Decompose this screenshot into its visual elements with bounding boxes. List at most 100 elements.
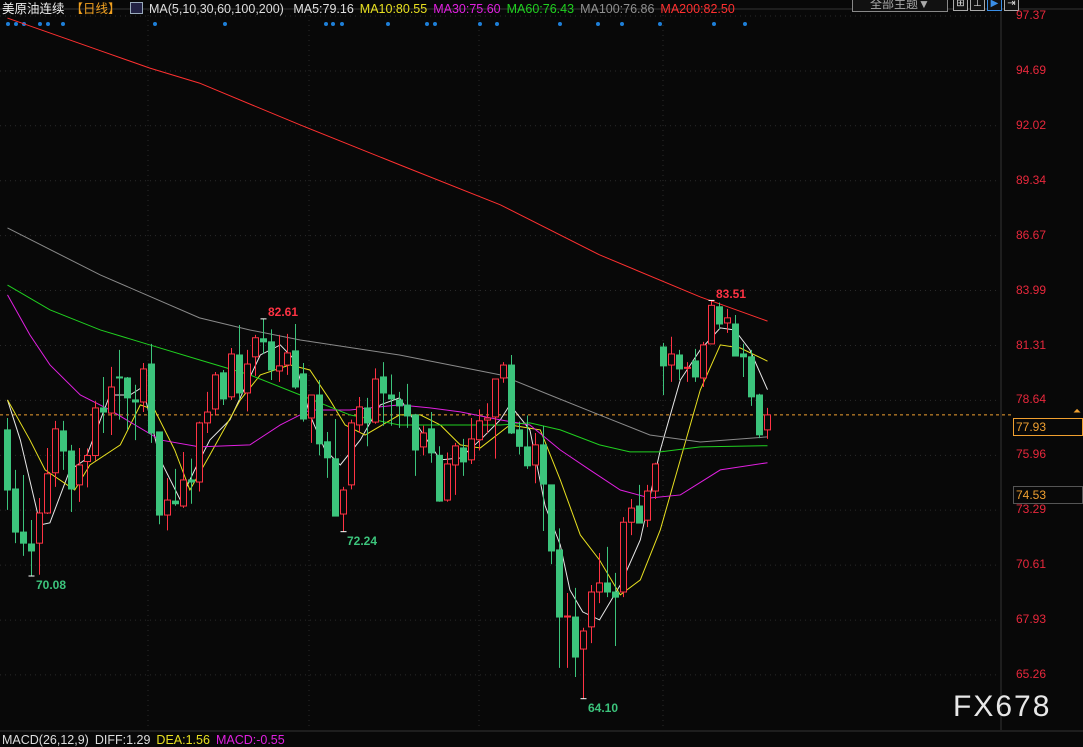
event-marker-dot xyxy=(712,22,716,26)
price-axis-tick: 70.61 xyxy=(1016,557,1047,572)
candle-down xyxy=(516,429,523,447)
event-marker-dot xyxy=(153,22,157,26)
candle-up xyxy=(468,438,475,461)
candle-down xyxy=(548,484,555,552)
candle-down xyxy=(260,338,267,343)
theme-dropdown-button[interactable]: 全部主题▼ xyxy=(852,0,948,12)
candle-down xyxy=(380,376,387,394)
candle-up xyxy=(76,464,83,486)
candle-up xyxy=(252,337,259,358)
candle-down xyxy=(676,354,683,370)
event-marker-dot xyxy=(46,22,50,26)
candle-up xyxy=(140,368,147,403)
price-axis-tick: 92.02 xyxy=(1016,117,1047,132)
candle-down xyxy=(148,363,155,434)
candle-down xyxy=(4,429,11,491)
double-up-arrow-icon[interactable]: ⏶ xyxy=(1073,406,1081,417)
ma-line-ma60 xyxy=(7,284,768,453)
candle-up xyxy=(668,353,675,366)
ma-line-ma200 xyxy=(7,17,768,322)
event-marker-dot xyxy=(61,22,65,26)
candle-up xyxy=(276,365,283,372)
candle-up xyxy=(340,489,347,515)
grid-tool-icon[interactable]: ⊞ xyxy=(953,0,968,11)
event-marker-dot xyxy=(658,22,662,26)
axis-tool-icon[interactable]: ⊥ xyxy=(970,0,985,11)
candle-down xyxy=(660,346,667,367)
candle-up xyxy=(708,304,715,345)
ma-value-ma30: MA30:75.60 xyxy=(433,2,501,16)
candle-down xyxy=(300,373,307,420)
ma-value-ma10: MA10:80.55 xyxy=(359,2,428,16)
candle-down xyxy=(364,407,371,424)
event-marker-dot xyxy=(386,22,390,26)
chart-legend: 美原油连续 【日线】 MA(5,10,30,60,100,200) MA5:79.… xyxy=(2,0,747,17)
ma-indicator-icon[interactable] xyxy=(130,2,144,14)
candle-down xyxy=(540,444,547,485)
candle-up xyxy=(580,630,587,650)
event-marker-dot xyxy=(331,22,335,26)
candle-down xyxy=(12,488,19,533)
ma-line-ma100 xyxy=(7,227,768,443)
candle-up xyxy=(180,479,187,507)
ma-value-ma200: MA200:82.50 xyxy=(660,2,735,16)
candle-up xyxy=(476,420,483,441)
candle-down xyxy=(236,354,243,394)
candle-down xyxy=(28,543,35,552)
candle-down xyxy=(316,394,323,445)
play-tool-icon[interactable]: ▶ xyxy=(987,0,1002,11)
candle-up xyxy=(700,344,707,379)
event-marker-dot xyxy=(6,22,10,26)
candle-down xyxy=(732,323,739,357)
candle-down xyxy=(292,350,299,388)
event-marker-dot xyxy=(38,22,42,26)
candle-down xyxy=(20,531,27,544)
candle-up xyxy=(204,411,211,424)
event-marker-dot xyxy=(425,22,429,26)
price-axis-tick: 89.34 xyxy=(1016,172,1047,187)
price-axis-tick: 81.31 xyxy=(1016,337,1047,352)
price-axis-tick: 94.69 xyxy=(1016,62,1047,77)
price-axis-tick: 67.93 xyxy=(1016,612,1047,627)
period-label[interactable]: 【日线】 xyxy=(71,2,121,16)
candle-up xyxy=(652,463,659,492)
price-axis-tick: 83.99 xyxy=(1016,282,1047,297)
candle-down xyxy=(396,399,403,407)
candle-up xyxy=(92,407,99,457)
candle-up xyxy=(620,521,627,593)
candle-up xyxy=(596,582,603,593)
ma-value-ma100: MA100:76.86 xyxy=(580,2,655,16)
candle-up xyxy=(500,364,507,379)
candle-up xyxy=(284,352,291,366)
candle-up xyxy=(564,615,571,618)
candle-up xyxy=(372,378,379,423)
price-axis-tick: 78.64 xyxy=(1016,392,1047,407)
low-annotation: 64.10 xyxy=(588,701,619,715)
reference-price-box: 74.53 xyxy=(1013,486,1083,504)
candle-down xyxy=(612,591,619,598)
candle-up xyxy=(628,507,635,523)
candle-down xyxy=(60,430,67,452)
event-marker-dot xyxy=(223,22,227,26)
candle-up xyxy=(228,353,235,398)
candle-down xyxy=(428,428,435,454)
event-marker-dot xyxy=(620,22,624,26)
candle-down xyxy=(716,306,723,325)
price-axis-tick: 97.37 xyxy=(1016,8,1047,22)
candle-down xyxy=(388,394,395,400)
candle-up xyxy=(644,490,651,521)
candle-down xyxy=(220,372,227,400)
candle-down xyxy=(324,441,331,459)
candle-up xyxy=(36,512,43,544)
candle-down xyxy=(756,394,763,436)
instrument-title: 美原油连续 xyxy=(2,2,65,16)
low-annotation: 72.24 xyxy=(347,534,378,548)
candle-up xyxy=(452,445,459,466)
candle-down xyxy=(172,500,179,505)
watermark-logo: FX678 xyxy=(953,690,1052,723)
ma-value-ma5: MA5:79.16 xyxy=(293,2,354,16)
candle-up xyxy=(212,374,219,410)
candle-down xyxy=(188,479,195,483)
candle-up xyxy=(764,414,771,431)
event-marker-dot xyxy=(495,22,499,26)
